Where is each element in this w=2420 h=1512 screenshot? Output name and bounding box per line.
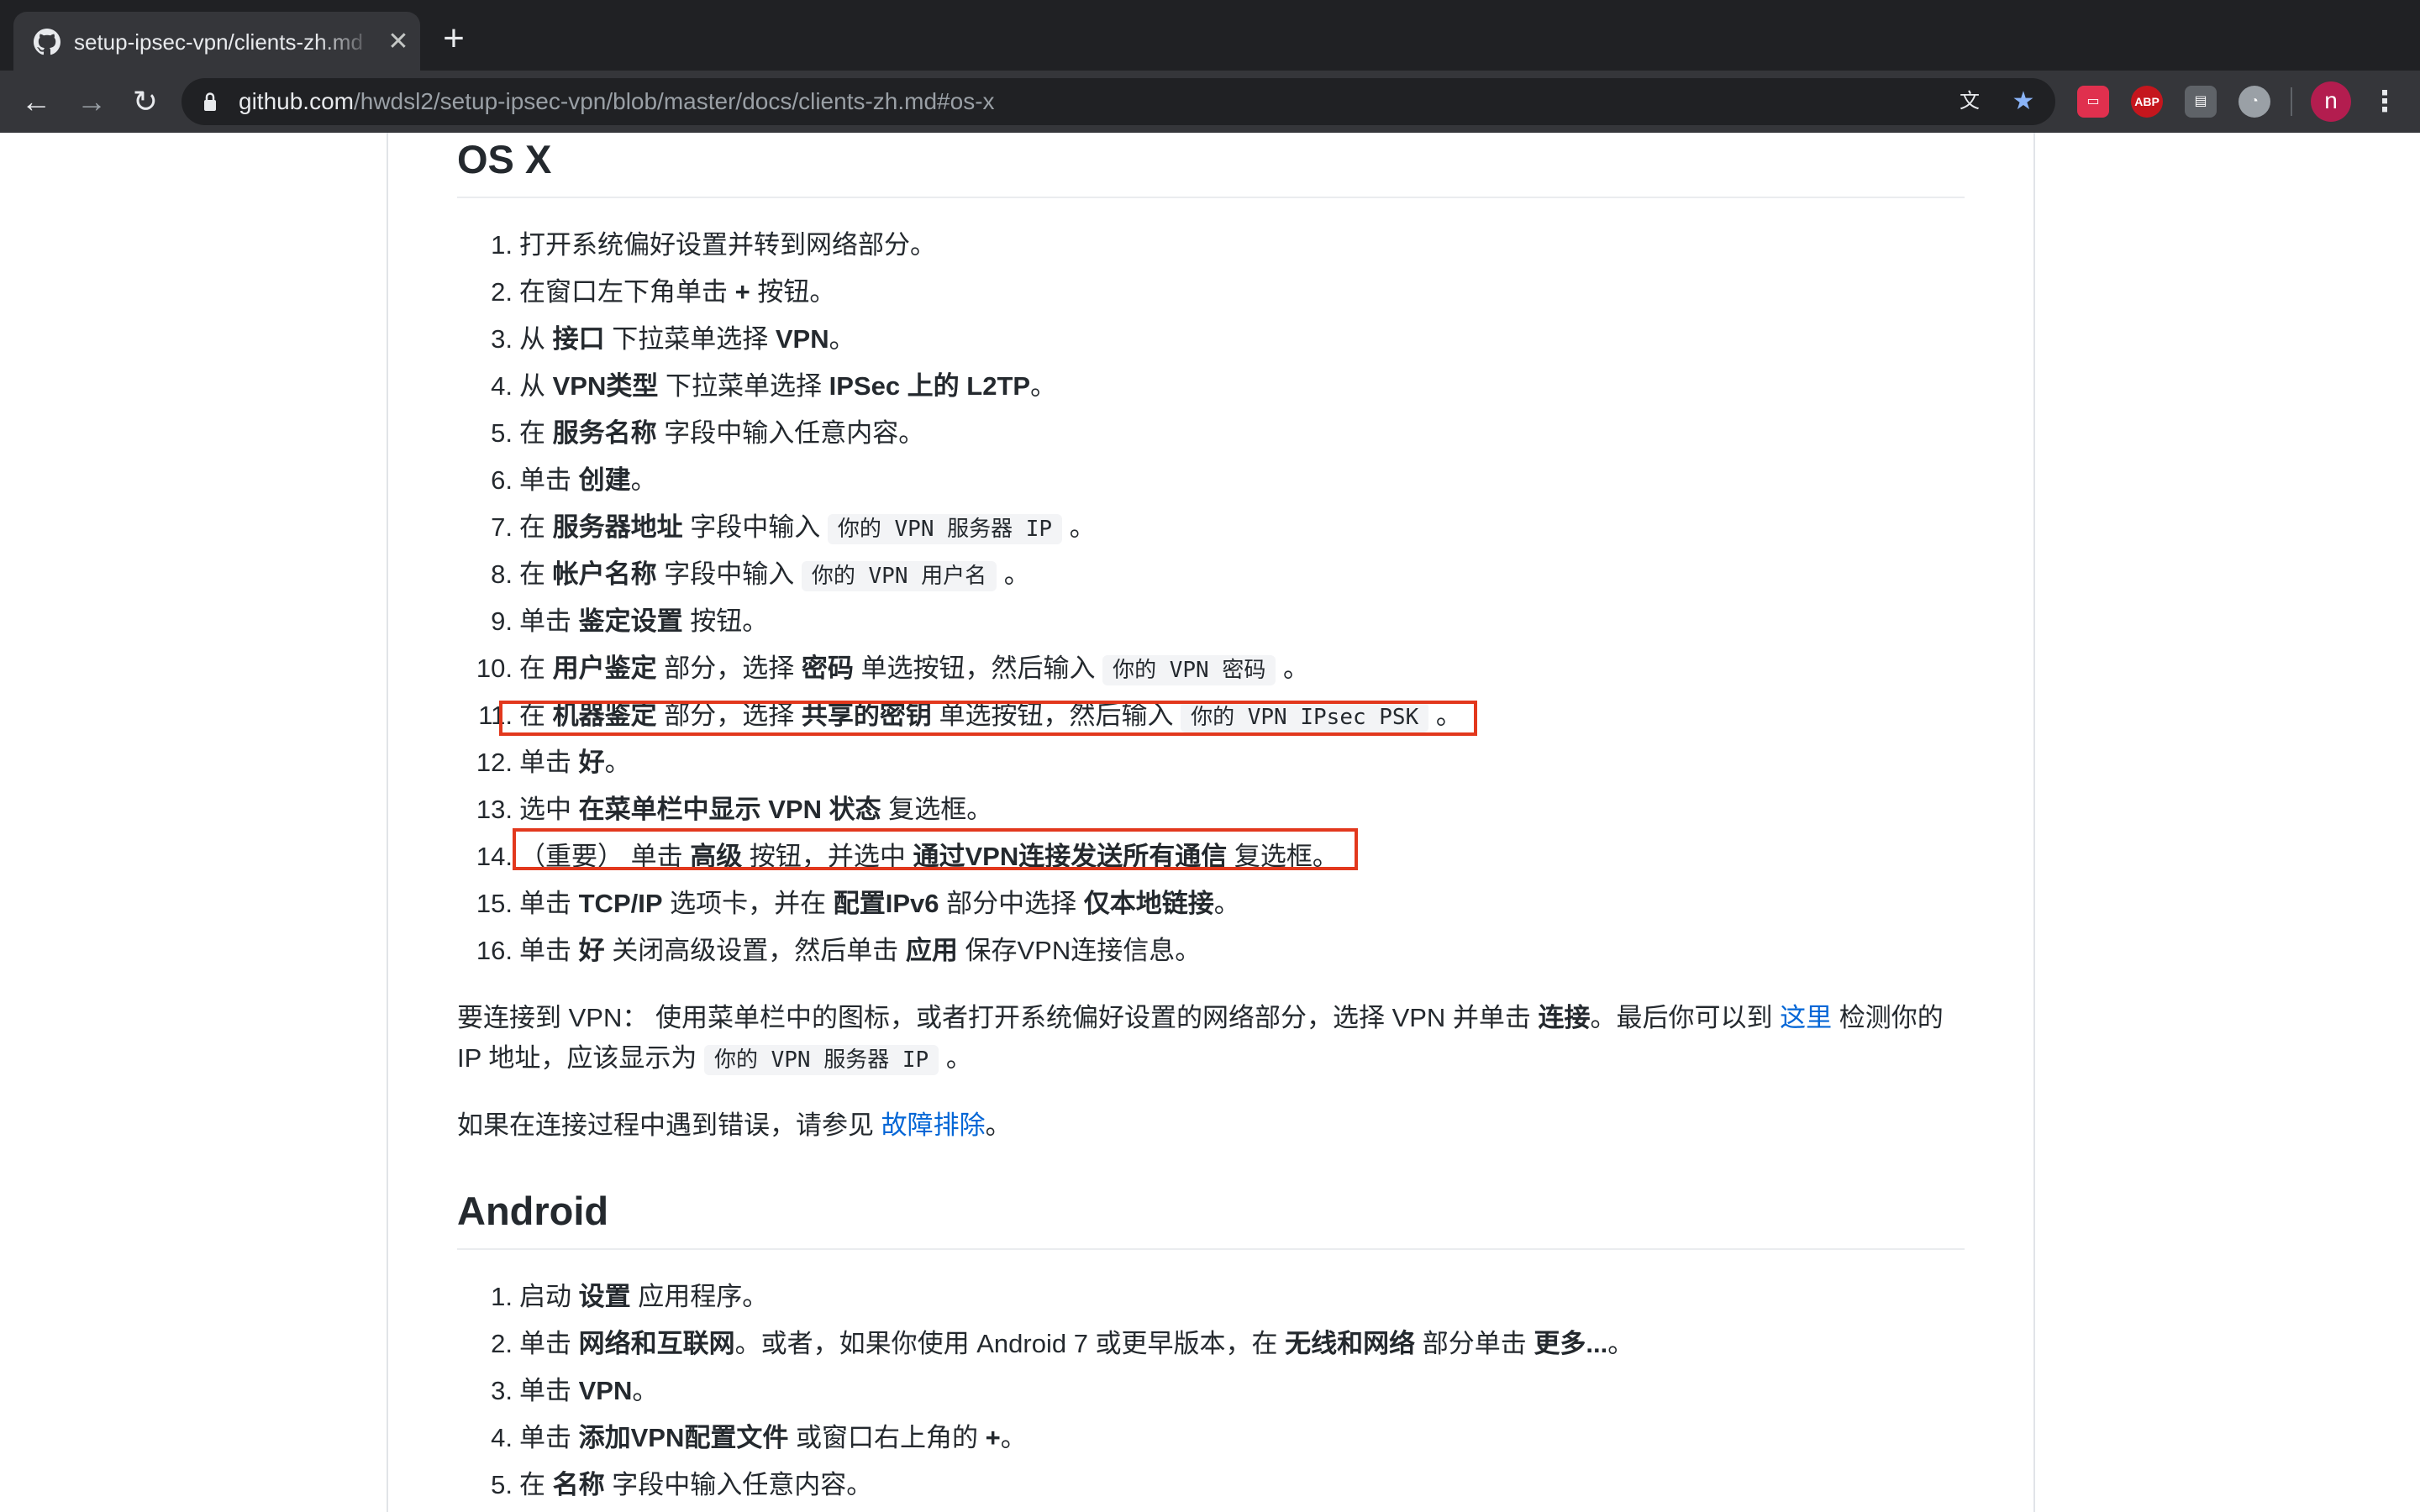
list-item: 7. 在 服务器地址 字段中输入 你的 VPN 服务器 IP 。: [457, 507, 1096, 548]
extension-icon-2[interactable]: ▤: [2185, 86, 2217, 118]
list-item: 8. 在 帐户名称 字段中输入 你的 VPN 用户名 。: [457, 554, 1030, 595]
list-item: 6. 单击 创建。: [491, 465, 657, 495]
markdown-article: OS X 1. 打开系统偏好设置并转到网络部分。 2. 在窗口左下角单击 + 按钮。…: [387, 133, 2035, 1512]
list-item: 3. 从 接口 下拉菜单选择 VPN。: [491, 324, 855, 354]
inline-code: 你的 VPN 服务器 IP: [827, 514, 1063, 544]
lock-icon: [204, 92, 216, 111]
troubleshooting-link[interactable]: 故障排除: [881, 1110, 986, 1140]
close-icon[interactable]: ✕: [383, 27, 413, 57]
github-icon: [34, 29, 60, 55]
list-item: 14. （重要） 单击 高级 按钮，并选中 通过VPN连接发送所有通信 复选框。: [476, 842, 1339, 871]
extension-icon-3[interactable]: ◔: [2238, 86, 2270, 118]
list-item: 5. 在 名称 字段中输入任意内容。: [491, 1470, 873, 1499]
list-item: 4. 从 VPN类型 下拉菜单选择 IPSec 上的 L2TP。: [491, 371, 1057, 401]
heading-os-x: OS X: [457, 137, 552, 181]
address-bar[interactable]: github.com/hwdsl2/setup-ipsec-vpn/blob/m…: [182, 78, 2055, 125]
adblock-plus-icon[interactable]: ABP: [2131, 86, 2163, 118]
list-item: 12. 单击 好。: [476, 748, 631, 777]
browser-toolbar: ← → ↻ github.com/hwdsl2/setup-ipsec-vpn/…: [0, 71, 2420, 133]
heading-rule: [457, 197, 1965, 198]
new-tab-button[interactable]: +: [435, 20, 472, 59]
list-item: 3. 单击 VPN。: [491, 1376, 659, 1405]
check-ip-link[interactable]: 这里: [1780, 1003, 1832, 1032]
list-item: 2. 单击 网络和互联网。或者，如果你使用 Android 7 或更早版本，在 无…: [491, 1329, 1634, 1358]
inline-code: 你的 VPN 服务器 IP: [703, 1045, 939, 1075]
list-item: 11. 在 机器鉴定 部分，选择 共享的密钥 单选按钮，然后输入 你的 VPN I…: [457, 696, 1462, 736]
list-item: 2. 在窗口左下角单击 + 按钮。: [491, 277, 836, 307]
list-item: 16. 单击 好 关闭高级设置，然后单击 应用 保存VPN连接信息。: [476, 936, 1202, 965]
list-item: 1. 启动 设置 应用程序。: [491, 1282, 769, 1311]
extension-icon[interactable]: ▭: [2077, 86, 2109, 118]
list-item: 13. 选中 在菜单栏中显示 VPN 状态 复选框。: [476, 795, 993, 824]
tab-active[interactable]: setup-ipsec-vpn/clients-zh.md ✕: [13, 12, 420, 71]
list-item: 15. 单击 TCP/IP 选项卡，并在 配置IPv6 部分中选择 仅本地链接。: [476, 889, 1240, 918]
heading-android: Android: [457, 1189, 609, 1233]
list-item: 5. 在 服务名称 字段中输入任意内容。: [491, 418, 925, 448]
list-item: 1. 打开系统偏好设置并转到网络部分。: [491, 230, 936, 260]
connect-paragraph: 要连接到 VPN： 使用菜单栏中的图标，或者打开系统偏好设置的网络部分，选择 V…: [457, 998, 1965, 1080]
translate-icon[interactable]: 文: [1953, 85, 1986, 118]
browser-menu-icon[interactable]: ⋮: [2368, 81, 2402, 122]
inline-code: 你的 VPN 密码: [1102, 655, 1276, 685]
inline-code: 你的 VPN 用户名: [801, 561, 997, 591]
profile-avatar[interactable]: n: [2311, 81, 2351, 122]
reload-icon[interactable]: ↻: [124, 81, 166, 123]
url-path: /hwdsl2/setup-ipsec-vpn/blob/master/docs…: [353, 88, 995, 114]
url-text[interactable]: github.com/hwdsl2/setup-ipsec-vpn/blob/m…: [239, 87, 995, 117]
inline-code: 你的 VPN IPsec PSK: [1181, 702, 1429, 732]
list-item: 10. 在 用户鉴定 部分，选择 密码 单选按钮，然后输入 你的 VPN 密码 。: [457, 648, 1309, 689]
list-item: 9. 单击 鉴定设置 按钮。: [491, 606, 769, 636]
page-content: OS X 1. 打开系统偏好设置并转到网络部分。 2. 在窗口左下角单击 + 按钮。…: [0, 133, 2420, 1512]
tab-strip: setup-ipsec-vpn/clients-zh.md ✕ +: [0, 0, 2420, 71]
list-item: 4. 单击 添加VPN配置文件 或窗口右上角的 +。: [491, 1423, 1027, 1452]
back-arrow-icon[interactable]: ←: [15, 81, 57, 123]
heading-rule: [457, 1248, 1965, 1250]
star-icon[interactable]: ★: [2007, 85, 2040, 118]
forward-arrow-icon[interactable]: →: [71, 81, 113, 123]
url-host: github.com: [239, 88, 354, 114]
tab-title: setup-ipsec-vpn/clients-zh.md: [74, 29, 363, 55]
toolbar-divider: [2291, 87, 2292, 116]
troubleshoot-paragraph: 如果在连接过程中遇到错误，请参见 故障排除。: [457, 1110, 1012, 1140]
